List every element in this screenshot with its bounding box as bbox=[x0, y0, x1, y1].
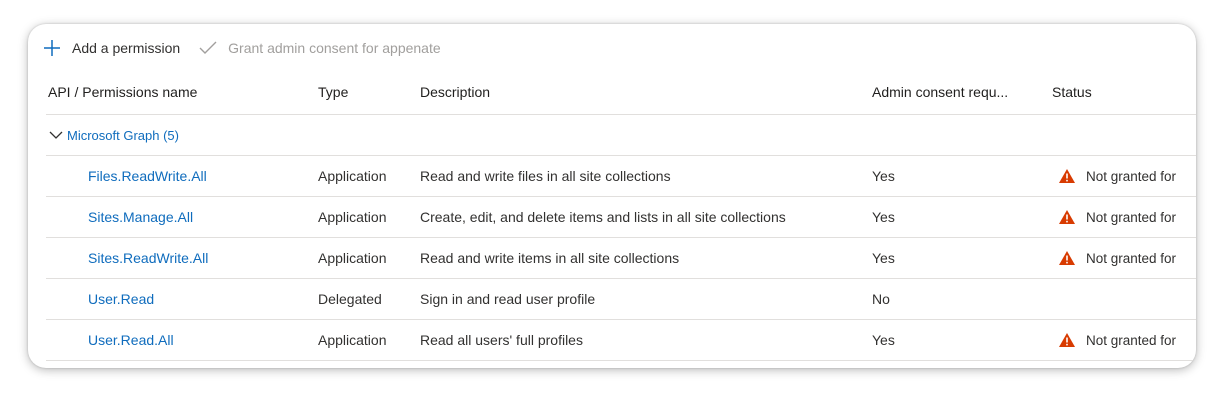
permission-description: Read all users' full profiles bbox=[420, 332, 583, 348]
admin-consent-value: Yes bbox=[872, 209, 895, 225]
chevron-down-icon bbox=[48, 127, 64, 143]
api-permissions-card: Add a permission Grant admin consent for… bbox=[28, 24, 1196, 368]
status-text: Not granted for bbox=[1086, 168, 1177, 184]
column-header-admin-consent[interactable]: Admin consent requ... bbox=[872, 70, 1008, 114]
status-badge: Not granted for bbox=[1052, 249, 1176, 267]
checkmark-icon bbox=[198, 38, 218, 58]
status-badge: Not granted for bbox=[1052, 167, 1176, 185]
permissions-table: API / Permissions name Type Description … bbox=[46, 70, 1196, 361]
grant-admin-consent-label: Grant admin consent for appenate bbox=[228, 40, 441, 56]
permission-link[interactable]: User.Read.All bbox=[88, 332, 174, 348]
admin-consent-value: Yes bbox=[872, 332, 895, 348]
permission-type: Application bbox=[318, 168, 387, 184]
group-toggle-microsoft-graph[interactable]: Microsoft Graph (5) bbox=[48, 127, 179, 143]
grant-admin-consent-button[interactable]: Grant admin consent for appenate bbox=[198, 38, 441, 58]
group-row-microsoft-graph: Microsoft Graph (5) bbox=[46, 115, 1196, 156]
permission-description: Create, edit, and delete items and lists… bbox=[420, 209, 786, 225]
status-badge: Not granted for bbox=[1052, 208, 1176, 226]
warning-icon bbox=[1058, 208, 1076, 226]
group-label: Microsoft Graph (5) bbox=[67, 127, 179, 143]
admin-consent-value: No bbox=[872, 291, 890, 307]
permission-link[interactable]: Sites.Manage.All bbox=[88, 209, 193, 225]
permission-description: Sign in and read user profile bbox=[420, 291, 596, 307]
permission-type: Application bbox=[318, 250, 387, 266]
permission-type: Delegated bbox=[318, 291, 382, 307]
permission-type: Application bbox=[318, 209, 387, 225]
toolbar: Add a permission Grant admin consent for… bbox=[42, 34, 441, 62]
table-row: Sites.ReadWrite.All Application Read and… bbox=[46, 238, 1196, 279]
permission-link[interactable]: Files.ReadWrite.All bbox=[88, 168, 207, 184]
plus-icon bbox=[42, 38, 62, 58]
column-header-description[interactable]: Description bbox=[420, 70, 490, 114]
add-permission-label: Add a permission bbox=[72, 40, 181, 56]
table-header-row: API / Permissions name Type Description … bbox=[46, 70, 1196, 115]
admin-consent-value: Yes bbox=[872, 250, 895, 266]
status-badge: Not granted for bbox=[1052, 331, 1176, 349]
warning-icon bbox=[1058, 249, 1076, 267]
warning-icon bbox=[1058, 167, 1076, 185]
permission-type: Application bbox=[318, 332, 387, 348]
column-header-name[interactable]: API / Permissions name bbox=[48, 70, 197, 114]
warning-icon bbox=[1058, 331, 1076, 349]
table-row: User.Read.All Application Read all users… bbox=[46, 320, 1196, 361]
permission-description: Read and write files in all site collect… bbox=[420, 168, 671, 184]
status-text: Not granted for bbox=[1086, 209, 1177, 225]
permission-link[interactable]: Sites.ReadWrite.All bbox=[88, 250, 208, 266]
permission-link[interactable]: User.Read bbox=[88, 291, 154, 307]
table-row: User.Read Delegated Sign in and read use… bbox=[46, 279, 1196, 320]
table-row: Sites.Manage.All Application Create, edi… bbox=[46, 197, 1196, 238]
table-row: Files.ReadWrite.All Application Read and… bbox=[46, 156, 1196, 197]
admin-consent-value: Yes bbox=[872, 168, 895, 184]
column-header-status[interactable]: Status bbox=[1052, 70, 1092, 114]
column-header-type[interactable]: Type bbox=[318, 70, 348, 114]
permission-description: Read and write items in all site collect… bbox=[420, 250, 680, 266]
status-text: Not granted for bbox=[1086, 332, 1177, 348]
add-permission-button[interactable]: Add a permission bbox=[42, 38, 180, 58]
status-text: Not granted for bbox=[1086, 250, 1177, 266]
